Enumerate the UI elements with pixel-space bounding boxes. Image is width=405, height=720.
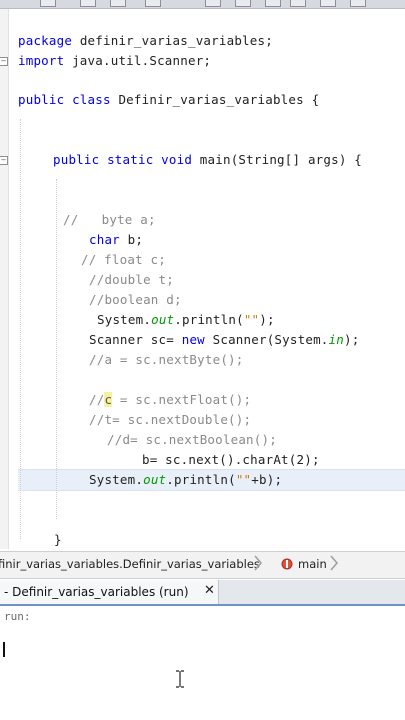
text-caret [3, 642, 5, 657]
toolbar-icon[interactable] [145, 0, 161, 7]
breadcrumb-class[interactable]: finir_varias_variables.Definir_varias_va… [0, 557, 260, 571]
code-text: .println( [166, 472, 236, 487]
code-text: System. [89, 472, 144, 487]
console-text: run: [4, 610, 31, 623]
code-line[interactable]: b= sc.next().charAt(2); [142, 451, 320, 469]
breadcrumb-method[interactable]: main [298, 557, 327, 571]
editor-gutter: − − [0, 9, 9, 549]
code-comment[interactable]: //d= sc.nextBoolean(); [107, 431, 277, 449]
code-comment[interactable]: // byte a; [63, 211, 156, 229]
toolbar-icon[interactable] [350, 0, 366, 7]
code-editor[interactable]: − − package definir_varias_variables; im… [0, 9, 405, 549]
code-text: main(String[] args) { [192, 152, 363, 167]
static-field: out [151, 312, 175, 327]
chevron-right-icon [330, 555, 339, 571]
text-cursor-icon [176, 670, 184, 688]
close-icon[interactable]: ✕ [204, 583, 215, 598]
output-tab-bar: - Definir_varias_variables (run) ✕ [0, 580, 405, 606]
method-icon [281, 558, 293, 570]
string-literal: "" [235, 472, 252, 487]
toolbar-icon[interactable] [110, 0, 126, 7]
code-comment[interactable]: //c = sc.nextFloat(); [89, 391, 251, 409]
code-text: ); [259, 312, 275, 327]
static-field: out [143, 472, 167, 487]
code-line[interactable]: System.out.println(""+b); [89, 471, 282, 489]
code-comment[interactable]: //t= sc.nextDouble(); [89, 411, 251, 429]
toolbar-icon[interactable] [320, 0, 336, 7]
fold-toggle-icon[interactable]: − [0, 57, 8, 66]
code-comment[interactable]: // float c; [81, 251, 166, 269]
code-text: b; [119, 232, 144, 247]
console-output[interactable]: run: [0, 606, 405, 720]
toolbar-icon[interactable] [265, 0, 281, 7]
tab-label: - Definir_varias_variables (run) [4, 585, 189, 599]
code-line[interactable]: package definir_varias_variables; [18, 32, 273, 50]
code-text: java.util.Scanner; [64, 53, 212, 68]
code-line[interactable]: public static void main(String[] args) { [53, 151, 362, 169]
keyword: public static void [53, 152, 193, 167]
code-line[interactable]: char b; [89, 231, 143, 249]
toolbar-icon[interactable] [290, 0, 306, 7]
toolbar-icon[interactable] [40, 0, 56, 7]
code-line[interactable]: public class Definir_varias_variables { [18, 91, 319, 109]
tab-output-run[interactable]: - Definir_varias_variables (run) ✕ [0, 580, 219, 604]
code-comment[interactable]: //double t; [89, 271, 174, 289]
string-literal: "" [243, 312, 260, 327]
keyword: char [89, 232, 120, 247]
code-comment[interactable]: //boolean d; [89, 291, 182, 309]
code-text: = sc.nextFloat(); [112, 392, 252, 407]
code-text: ); [343, 332, 360, 347]
code-text: Scanner sc= [89, 332, 182, 347]
code-line[interactable]: Scanner sc= new Scanner(System.in); [89, 331, 359, 349]
breadcrumb: finir_varias_variables.Definir_varias_va… [0, 551, 405, 579]
keyword: public class [18, 92, 111, 107]
keyword: package [18, 33, 73, 48]
code-text: definir_varias_variables; [72, 33, 273, 48]
fold-toggle-icon[interactable]: − [0, 156, 8, 165]
code-text: System. [97, 312, 152, 327]
code-text: Definir_varias_variables { [110, 92, 320, 107]
indent-guide [20, 119, 21, 539]
toolbar-icon[interactable] [205, 0, 221, 7]
code-line[interactable]: System.out.println(""); [97, 311, 275, 329]
code-text: +b); [251, 472, 283, 487]
chevron-right-icon [254, 555, 263, 571]
indent-guide [56, 179, 57, 519]
static-field: in [328, 332, 344, 347]
toolbar-icon[interactable] [80, 0, 96, 7]
code-line[interactable]: } [54, 531, 62, 549]
code-comment[interactable]: //a = sc.nextByte(); [89, 351, 244, 369]
code-text: Scanner(System. [204, 332, 329, 347]
code-text: .println( [174, 312, 244, 327]
toolbar [0, 0, 405, 9]
keyword: import [18, 53, 65, 68]
toolbar-icon[interactable] [235, 0, 251, 7]
keyword: new [181, 332, 205, 347]
code-line[interactable]: import java.util.Scanner; [18, 52, 211, 70]
code-text: // [89, 392, 105, 407]
